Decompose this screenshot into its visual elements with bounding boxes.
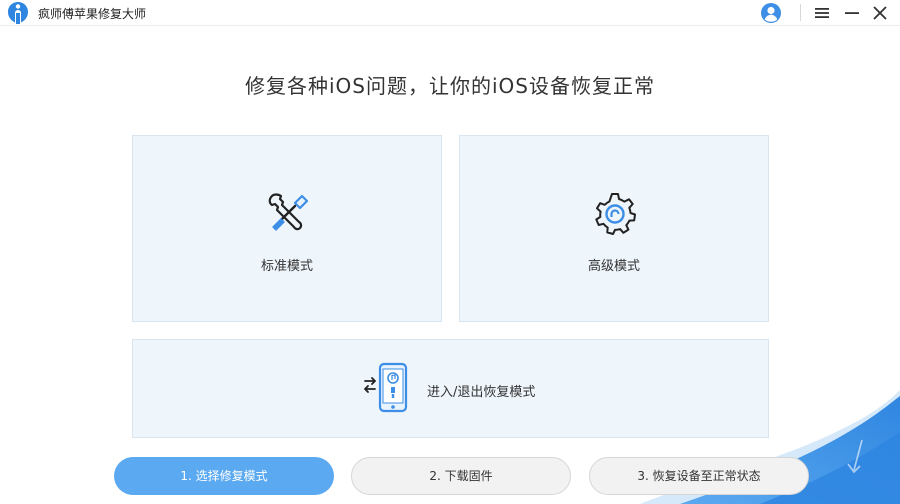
step-1-button[interactable]: 1. 选择修复模式 bbox=[114, 457, 334, 495]
advanced-mode-card[interactable]: 高级模式 bbox=[459, 135, 769, 322]
app-title: 疯师傅苹果修复大师 bbox=[38, 7, 147, 21]
close-icon[interactable] bbox=[872, 5, 888, 21]
app-logo-icon bbox=[8, 2, 28, 24]
minimize-icon[interactable] bbox=[844, 5, 860, 21]
title-separator bbox=[800, 4, 801, 21]
page-headline: 修复各种iOS问题，让你的iOS设备恢复正常 bbox=[245, 74, 655, 98]
phone-recovery-icon bbox=[364, 362, 408, 413]
gear-icon bbox=[595, 193, 636, 235]
advanced-mode-label: 高级模式 bbox=[587, 259, 640, 274]
step-2-button[interactable]: 2. 下载固件 bbox=[351, 457, 571, 495]
title-bar: 疯师傅苹果修复大师 bbox=[0, 0, 900, 26]
menu-icon[interactable] bbox=[814, 5, 830, 21]
step-3-button[interactable]: 3. 恢复设备至正常状态 bbox=[589, 457, 809, 495]
wrench-screwdriver-icon bbox=[268, 193, 309, 231]
standard-mode-label: 标准模式 bbox=[260, 259, 313, 274]
standard-mode-card[interactable]: 标准模式 bbox=[132, 135, 442, 322]
user-avatar-icon[interactable] bbox=[760, 2, 782, 24]
recovery-mode-label: 进入/退出恢复模式 bbox=[427, 385, 536, 400]
